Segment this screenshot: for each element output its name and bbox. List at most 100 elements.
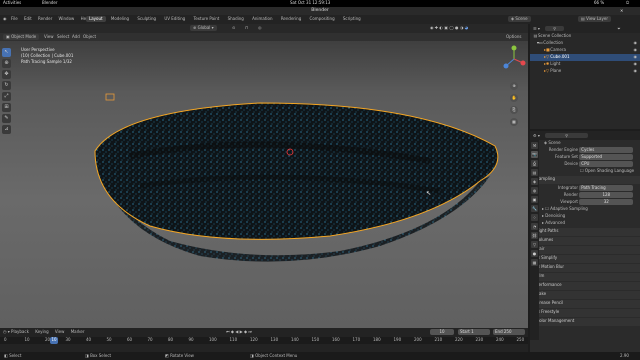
object-tab-icon[interactable]: ▣ (531, 196, 538, 203)
tab-layout[interactable]: Layout (86, 16, 106, 22)
outliner-scene-collection[interactable]: ▤Scene Collection (530, 33, 640, 40)
physics-tab-icon[interactable]: ◔ (531, 223, 538, 230)
panel-hair[interactable]: ▸ Hair (530, 246, 640, 254)
tab-sculpting[interactable]: Sculpting (134, 16, 159, 22)
render-tab-icon[interactable]: 📷 (531, 151, 538, 158)
menu-object[interactable]: Object (83, 34, 96, 40)
integrator-dropdown[interactable]: Path Tracing (579, 185, 634, 191)
filter-icon[interactable]: ⏷ (617, 26, 620, 31)
camera-view-icon[interactable]: ⎘ (510, 106, 518, 114)
cursor-tool-icon[interactable]: ⊕ (2, 59, 11, 68)
tab-texture-paint[interactable]: Texture Paint (191, 16, 223, 22)
view-layer-selector[interactable]: ▤ View Layer (578, 16, 611, 22)
ortho-grid-icon[interactable]: ▦ (510, 118, 518, 126)
eye-icon[interactable]: ◉ (634, 40, 638, 46)
pan-hand-icon[interactable]: ✋ (510, 94, 518, 102)
panel-bake[interactable]: ▸ Bake (530, 291, 640, 299)
tab-modeling[interactable]: Modeling (108, 16, 132, 22)
menu-file[interactable]: File (11, 16, 18, 22)
properties-search-icon[interactable]: ⚲ (545, 133, 589, 138)
overlays-icon[interactable]: ◐ (439, 25, 443, 30)
prev-key-icon[interactable]: ◆ (231, 329, 234, 334)
jump-end-icon[interactable]: ⏭ (248, 329, 252, 334)
close-window-button[interactable]: ✕ (620, 8, 623, 14)
blender-logo-icon[interactable]: ◉ (3, 16, 7, 22)
panel-sampling[interactable]: ▾ Sampling (530, 176, 640, 184)
battery-indicator[interactable]: 66 % (594, 0, 604, 6)
outliner-item-camera[interactable]: ▸■ Camera ◉ (530, 47, 640, 54)
activities-button[interactable]: Activities (3, 0, 21, 6)
menu-marker[interactable]: Marker (71, 329, 85, 335)
panel-color-management[interactable]: ▸ Color Management (530, 318, 640, 326)
timeline-editor-icon[interactable]: ◷ ▾ (3, 329, 11, 334)
play-icon[interactable]: ▶ (240, 329, 243, 334)
axis-gizmo[interactable] (502, 44, 526, 74)
menu-edit[interactable]: Edit (24, 16, 32, 22)
3d-viewport[interactable]: ↖ (0, 41, 528, 328)
particles-tab-icon[interactable]: ⁘ (531, 214, 538, 221)
panel-motion-blur[interactable]: ▸ ☐ Motion Blur (530, 264, 640, 272)
proportional-edit-icon[interactable]: ◎ (258, 25, 262, 31)
panel-light-paths[interactable]: ▸ Light Paths (530, 228, 640, 236)
gizmo-icon[interactable]: ✚ (435, 25, 438, 30)
clock[interactable]: Sat Oct 31 12:59:13 (290, 0, 330, 6)
device-dropdown[interactable]: CPU (579, 161, 634, 167)
select-tool-icon[interactable]: ↖ (2, 48, 11, 57)
next-key-icon[interactable]: ◆ (244, 329, 247, 334)
shading-wireframe-icon[interactable]: ◯ (449, 25, 453, 30)
shading-solid-icon[interactable]: ● (455, 25, 459, 30)
scene-selector[interactable]: ◈ Scene (508, 16, 531, 22)
subpanel-denoising[interactable]: ▸ Denoising (542, 213, 640, 220)
jump-start-icon[interactable]: ⏮ (226, 329, 230, 334)
menu-window[interactable]: Window (59, 16, 75, 22)
panel-volumes[interactable]: ▸ Volumes (530, 237, 640, 245)
current-frame-field[interactable]: 10 (430, 329, 454, 335)
panel-performance[interactable]: ▸ Performance (530, 282, 640, 290)
panel-freestyle[interactable]: ▸ ☐ Freestyle (530, 309, 640, 317)
playhead[interactable]: 10 (50, 337, 58, 344)
measure-tool-icon[interactable]: ⊿ (2, 125, 11, 134)
power-icon[interactable]: ⏻ (626, 0, 629, 6)
scale-tool-icon[interactable]: ⤢ (2, 92, 11, 101)
xray-icon[interactable]: ▣ (444, 25, 448, 30)
outliner-item-cube[interactable]: ▸▽ Cube.001 ◉ (530, 54, 640, 61)
eye-icon[interactable]: ◉ (634, 61, 638, 67)
constraints-tab-icon[interactable]: ⛓ (531, 232, 538, 239)
render-engine-dropdown[interactable]: Cycles (579, 147, 634, 153)
outliner-item-plane[interactable]: ▸▽ Plane ◉ (530, 68, 640, 75)
play-reverse-icon[interactable]: ◀ (235, 329, 238, 334)
transform-orientation-dropdown[interactable]: ⊕ Global ▾ (190, 25, 217, 31)
move-tool-icon[interactable]: ✥ (2, 70, 11, 79)
pivot-icon[interactable]: ⊙ (232, 25, 235, 31)
panel-film[interactable]: ▸ Film (530, 273, 640, 281)
rotate-tool-icon[interactable]: ↻ (2, 81, 11, 90)
eye-icon[interactable]: ◉ (634, 47, 638, 53)
start-frame-field[interactable]: Start 1 (458, 329, 490, 335)
zoom-icon[interactable]: ⊕ (510, 82, 518, 90)
subpanel-adaptive-sampling[interactable]: ▸ ☐ Adaptive Sampling (542, 206, 640, 213)
mode-dropdown[interactable]: ▣ Object Mode (3, 34, 40, 40)
tab-scripting[interactable]: Scripting (340, 16, 364, 22)
tab-uv-editing[interactable]: UV Editing (161, 16, 188, 22)
world-tab-icon[interactable]: ◍ (531, 187, 538, 194)
properties-editor-icon[interactable]: ⚙ ▾ (533, 133, 540, 138)
tab-rendering[interactable]: Rendering (278, 16, 304, 22)
menu-select[interactable]: Select (57, 34, 69, 40)
data-tab-icon[interactable]: ▽ (531, 241, 538, 248)
menu-view[interactable]: View (44, 34, 54, 40)
tab-shading[interactable]: Shading (225, 16, 247, 22)
osl-checkbox[interactable]: ☐ Open Shading Language (542, 168, 640, 175)
visibility-icon[interactable]: ◉ (430, 25, 434, 30)
shading-rendered-icon[interactable]: ◕ (465, 25, 469, 30)
eye-icon[interactable]: ◉ (634, 54, 638, 60)
snap-icon[interactable]: ⊓ (245, 25, 248, 31)
frame-ruler[interactable]: 0 10 20 30 40 50 60 70 80 90 100 110 120 130 140 150 160… (0, 337, 528, 344)
menu-view[interactable]: View (55, 329, 65, 335)
output-tab-icon[interactable]: ⎙ (531, 160, 538, 167)
transform-tool-icon[interactable]: ⊞ (2, 103, 11, 112)
menu-playback[interactable]: Playback (11, 329, 29, 335)
outliner-item-light[interactable]: ▸✺ Light ◉ (530, 61, 640, 68)
options-dropdown[interactable]: Options (506, 34, 521, 40)
outliner-editor-icon[interactable]: ☰ ▾ (533, 26, 540, 31)
view-layer-tab-icon[interactable]: ▤ (531, 169, 538, 176)
